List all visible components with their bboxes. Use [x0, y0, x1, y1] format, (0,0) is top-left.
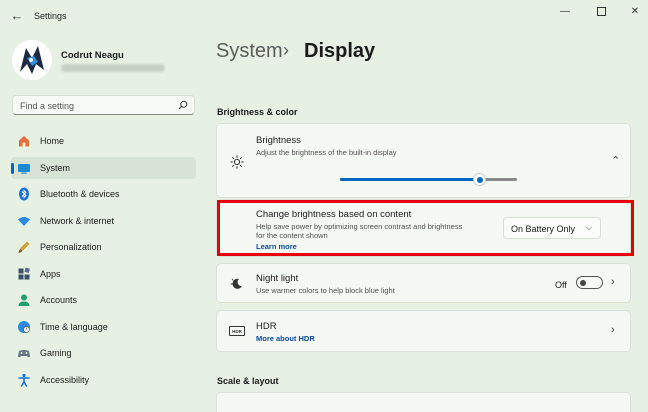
section-heading-scale-layout: Scale & layout — [217, 376, 279, 386]
maximize-button[interactable] — [590, 5, 612, 19]
bluetooth-icon — [19, 187, 29, 201]
sidebar-item-label: System — [40, 162, 71, 173]
search-input[interactable]: Find a setting — [12, 95, 195, 115]
sidebar-nav: Home System Bluetooth & devices Network … — [11, 130, 196, 395]
close-button[interactable]: ✕ — [624, 5, 646, 19]
page-title: Display — [304, 40, 376, 62]
chevron-right-icon[interactable]: › — [611, 324, 615, 336]
chevron-up-icon[interactable]: ⌃ — [611, 154, 620, 167]
sidebar-item-network[interactable]: Network & internet — [11, 210, 196, 233]
section-heading-brightness: Brightness & color — [217, 107, 298, 117]
hdr-card[interactable]: HDR HDR More about HDR › — [216, 310, 631, 352]
user-name: Codrut Neagu — [61, 50, 124, 61]
sidebar-item-label: Accounts — [40, 295, 78, 305]
minimize-button[interactable]: — — [554, 5, 576, 19]
search-placeholder: Find a setting — [20, 101, 75, 111]
night-light-icon — [230, 278, 242, 289]
sidebar-item-label: Gaming — [40, 348, 72, 358]
accounts-icon — [18, 294, 30, 306]
accessibility-icon — [18, 373, 30, 387]
brightness-card[interactable]: Brightness Adjust the brightness of the … — [216, 123, 631, 198]
avatar[interactable] — [12, 40, 52, 80]
sidebar-item-label: Accessibility — [40, 374, 90, 385]
sun-icon — [230, 155, 244, 169]
app-title: Settings — [34, 11, 67, 21]
user-email-blurred — [61, 64, 165, 72]
sidebar-item-personalization[interactable]: Personalization — [11, 236, 196, 259]
globe-icon — [18, 320, 30, 333]
sidebar-item-bluetooth[interactable]: Bluetooth & devices — [11, 183, 196, 206]
sidebar-item-label: Apps — [40, 268, 61, 279]
hdr-icon: HDR — [229, 326, 245, 336]
sidebar-item-label: Network & internet — [40, 215, 115, 226]
sidebar-item-label: Bluetooth & devices — [40, 189, 120, 199]
night-light-toggle-state: Off — [555, 280, 567, 290]
title-bar: ← Settings — ✕ — [0, 0, 648, 34]
night-light-description: Use warmer colors to help block blue lig… — [256, 286, 395, 295]
sidebar-item-accounts[interactable]: Accounts — [11, 289, 196, 312]
apps-icon — [18, 267, 30, 279]
breadcrumb-parent[interactable]: System — [216, 40, 283, 63]
sidebar-item-label: Personalization — [40, 242, 102, 252]
more-about-hdr-link[interactable]: More about HDR — [256, 334, 315, 343]
breadcrumb-chevron-icon: › — [283, 40, 289, 60]
sidebar-item-system[interactable]: System — [11, 156, 196, 179]
night-light-title: Night light — [256, 273, 299, 284]
sidebar-item-apps[interactable]: Apps — [11, 263, 196, 286]
brightness-description: Adjust the brightness of the built-in di… — [256, 148, 397, 157]
toggle-knob — [580, 279, 586, 286]
red-highlight-box — [217, 200, 634, 256]
gamepad-icon — [18, 350, 30, 358]
chevron-right-icon[interactable]: › — [611, 276, 615, 288]
night-light-toggle[interactable] — [576, 276, 603, 289]
back-arrow-icon[interactable]: ← — [10, 9, 24, 23]
sidebar-item-time-language[interactable]: Time & language — [11, 316, 196, 339]
sidebar-item-label: Home — [40, 136, 65, 146]
search-icon — [178, 100, 188, 110]
sidebar-item-home[interactable]: Home — [11, 130, 196, 153]
scale-layout-card[interactable] — [216, 392, 631, 412]
night-light-card[interactable]: Night light Use warmer colors to help bl… — [216, 263, 631, 303]
wifi-icon — [18, 216, 30, 226]
brightness-slider-fill — [340, 178, 480, 181]
home-icon — [19, 136, 29, 147]
sidebar-item-accessibility[interactable]: Accessibility — [11, 369, 196, 392]
system-icon — [18, 163, 30, 174]
sidebar-item-gaming[interactable]: Gaming — [11, 342, 196, 365]
brightness-title: Brightness — [256, 135, 301, 146]
brightness-slider[interactable] — [340, 174, 517, 185]
hdr-title: HDR — [256, 321, 277, 332]
sidebar-item-label: Time & language — [40, 321, 108, 332]
brush-icon — [18, 241, 30, 253]
